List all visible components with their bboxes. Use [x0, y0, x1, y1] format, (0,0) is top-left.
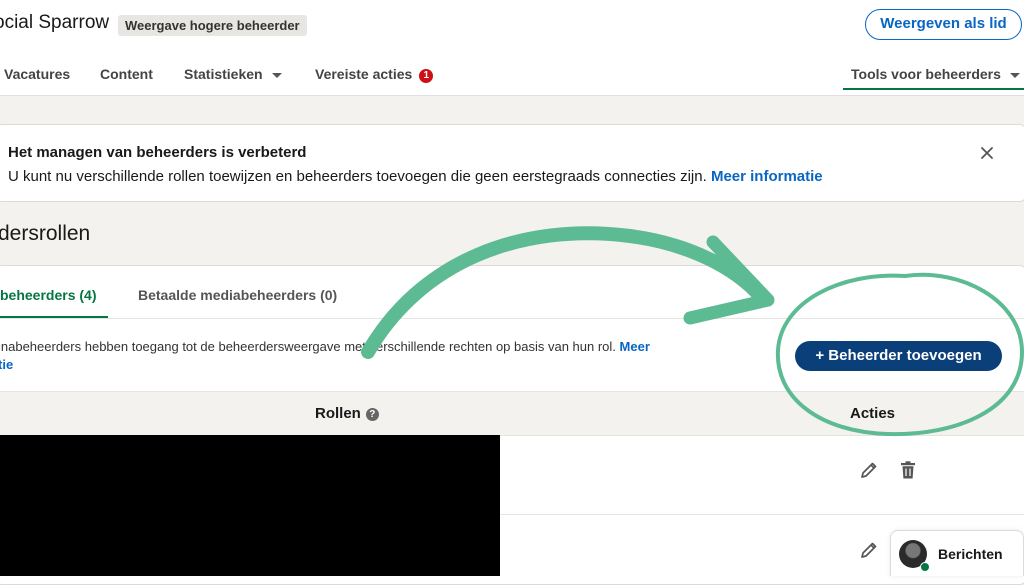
- top-bar: ocial Sparrow Weergave hogere beheerder …: [0, 0, 1024, 96]
- tab-label: Vacatures: [4, 66, 71, 82]
- divider: [0, 318, 1024, 319]
- tab-statistieken[interactable]: Statistieken: [184, 66, 282, 82]
- edit-icon[interactable]: [859, 540, 879, 560]
- help-icon[interactable]: ?: [365, 408, 379, 421]
- trash-icon[interactable]: [898, 460, 918, 480]
- chevron-down-icon: [1009, 72, 1020, 78]
- description: inabeheerders hebben toegang tot de behe…: [0, 339, 650, 354]
- tab-label: Statistieken: [184, 66, 263, 82]
- edit-icon[interactable]: [859, 460, 879, 480]
- banner-more-info-link[interactable]: Meer informatie: [711, 168, 823, 185]
- redacted-area: [0, 435, 500, 576]
- tab-betaalde-mediabeheerders[interactable]: Betaalde mediabeheerders (0): [138, 287, 337, 303]
- add-admin-button[interactable]: + Beheerder toevoegen: [795, 341, 1002, 371]
- column-header-roles: Rollen?: [315, 405, 379, 422]
- view-as-member-button[interactable]: Weergeven als lid: [865, 9, 1022, 40]
- banner-message: U kunt nu verschillende rollen toewijzen…: [8, 168, 707, 185]
- view-badge: Weergave hogere beheerder: [118, 15, 307, 36]
- chevron-down-icon: [271, 72, 282, 78]
- column-header-roles-label: Rollen: [315, 405, 361, 422]
- section-title: dersrollen: [0, 222, 91, 245]
- tab-beheerders[interactable]: beheerders (4): [0, 287, 96, 303]
- tab-tools-voor-beheerders[interactable]: Tools voor beheerders: [851, 66, 1020, 82]
- close-icon[interactable]: [980, 146, 994, 160]
- tab-label: Tools voor beheerders: [851, 66, 1001, 82]
- table-header: Rollen? Acties: [0, 391, 1024, 436]
- description-continued: tie: [0, 357, 13, 372]
- description-more-link-continued[interactable]: tie: [0, 357, 13, 372]
- active-tab-indicator: [843, 88, 1024, 90]
- description-more-link[interactable]: Meer: [620, 339, 650, 354]
- company-name[interactable]: ocial Sparrow: [0, 12, 109, 34]
- banner-text: U kunt nu verschillende rollen toewijzen…: [8, 168, 823, 185]
- tab-label: Content: [100, 66, 153, 82]
- tab-content[interactable]: Content: [100, 66, 153, 82]
- description-text: inabeheerders hebben toegang tot de behe…: [0, 339, 616, 354]
- info-banner: Het managen van beheerders is verbeterd …: [0, 124, 1024, 202]
- banner-title: Het managen van beheerders is verbeterd: [8, 144, 307, 161]
- tab-vereiste-acties[interactable]: Vereiste acties 1: [315, 66, 434, 83]
- messaging-label: Berichten: [938, 546, 1003, 562]
- tab-label: Vereiste acties: [315, 66, 413, 82]
- tab-vacatures[interactable]: Vacatures: [4, 66, 70, 82]
- online-status-dot: [920, 562, 930, 572]
- messaging-bar[interactable]: Berichten: [890, 530, 1024, 576]
- column-header-actions: Acties: [850, 405, 896, 422]
- notification-badge: 1: [419, 69, 434, 83]
